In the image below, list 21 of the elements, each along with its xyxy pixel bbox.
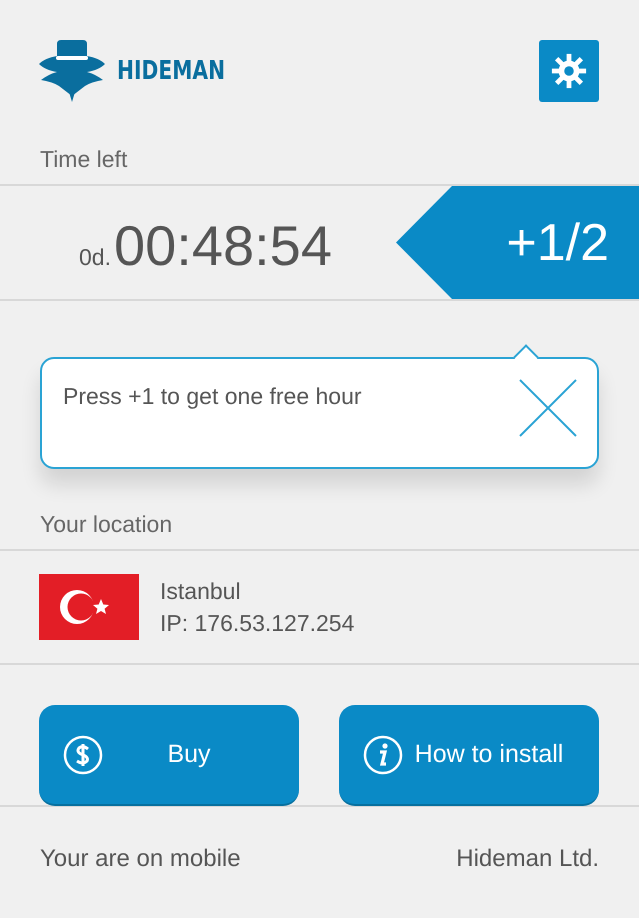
section-label: Time left: [39, 146, 128, 174]
settings-button[interactable]: [539, 40, 599, 102]
info-icon: [363, 734, 403, 774]
brand-name: HIDEMAN: [117, 56, 226, 86]
buy-button[interactable]: Buy: [39, 705, 299, 806]
hint-text: Press +1 to get one free hour: [62, 382, 362, 410]
install-help-button[interactable]: How to install: [339, 705, 599, 806]
close-icon: [519, 379, 577, 437]
close-button[interactable]: [519, 379, 577, 437]
city-name: Istanbul: [160, 577, 242, 606]
settings-icon: [550, 52, 588, 90]
bonus-button[interactable]: +1/2: [396, 186, 639, 299]
device-status: Your are on mobile: [40, 845, 241, 873]
flag-icon: [39, 574, 139, 640]
spy-logo-icon: [39, 40, 105, 102]
ip-address: IP: 176.53.127.254: [160, 609, 354, 638]
dollar-icon: [63, 734, 103, 774]
days-count: 0d.: [79, 244, 111, 271]
company-name: Hideman Ltd.: [456, 845, 599, 873]
time-left-clock: 00:48:54: [114, 213, 332, 278]
section-label: Your location: [39, 511, 174, 539]
